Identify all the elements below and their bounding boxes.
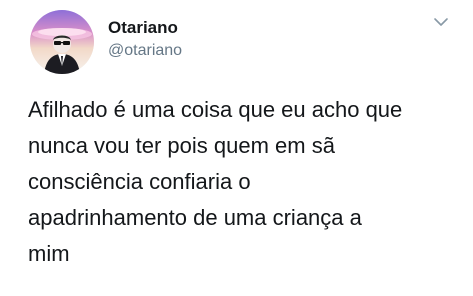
avatar-image — [30, 10, 94, 74]
chevron-down-icon[interactable] — [433, 16, 449, 28]
tweet-text-line: apadrinhamento de uma criança a — [28, 205, 362, 230]
tweet-text-line: Afilhado é uma coisa que eu acho que — [28, 97, 403, 122]
tweet-text-line: consciência confiaria o — [28, 169, 251, 194]
avatar[interactable] — [30, 10, 94, 74]
display-name[interactable]: Otariano — [108, 18, 178, 38]
tweet-text-line: nunca vou ter pois quem em sã — [28, 133, 335, 158]
user-handle[interactable]: @otariano — [108, 41, 182, 61]
tweet-card: Otariano @otariano Afilhado é uma coisa … — [0, 0, 473, 296]
tweet-text: Afilhado é uma coisa que eu acho que nun… — [28, 92, 458, 272]
tweet-text-line: mim — [28, 241, 70, 266]
